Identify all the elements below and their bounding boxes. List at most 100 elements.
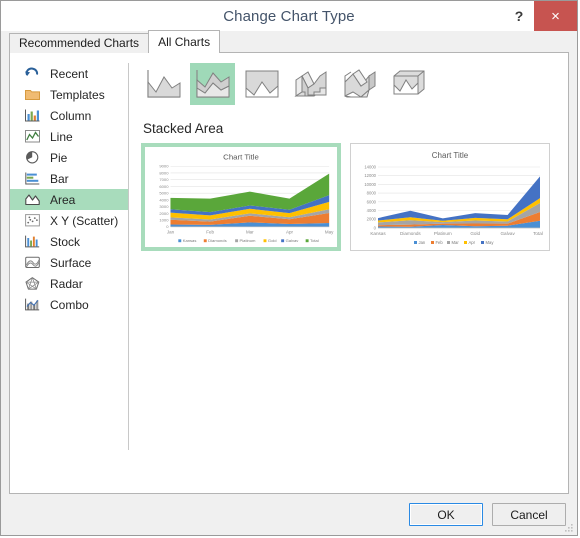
- svg-text:Jan: Jan: [167, 230, 175, 235]
- sidebar-item-label: Radar: [50, 276, 83, 291]
- subtype-3d-area[interactable]: [288, 63, 333, 105]
- sidebar-item-label: Bar: [50, 171, 69, 186]
- dialog-title: Change Chart Type: [223, 7, 355, 25]
- content-panel: Recent Templates Column Line Pie Bar Are…: [9, 52, 569, 494]
- sidebar-item-label: Area: [50, 192, 76, 207]
- chart-subtype-pane: Stacked Area Chart Title 9000 8000 7000 …: [129, 53, 568, 493]
- preview-chart-2-title: Chart Title: [432, 151, 469, 160]
- preview-chart-2-canvas: Chart Title 14000 12000 10000 8000 6000 …: [352, 145, 548, 249]
- svg-text:Platinum: Platinum: [434, 231, 452, 236]
- sidebar-item-surface[interactable]: Surface: [10, 252, 128, 273]
- svg-text:Diamonds: Diamonds: [400, 231, 421, 236]
- preview-chart-by-category[interactable]: Chart Title 14000 12000 10000 8000 6000 …: [350, 143, 550, 251]
- stacked-area-chart-icon: [195, 69, 229, 98]
- preview-gallery: Chart Title 9000 8000 7000 6000 5000 400…: [141, 143, 568, 251]
- svg-text:3000: 3000: [159, 204, 169, 209]
- svg-text:Gold: Gold: [470, 231, 480, 236]
- sidebar-item-combo[interactable]: Combo: [10, 294, 128, 315]
- sidebar-item-templates[interactable]: Templates: [10, 84, 128, 105]
- chart-type-sidebar: Recent Templates Column Line Pie Bar Are…: [10, 53, 128, 493]
- svg-text:May: May: [325, 230, 334, 235]
- tab-recommended-charts[interactable]: Recommended Charts: [9, 33, 150, 53]
- pie-icon: [26, 151, 39, 164]
- hundred-percent-stacked-area-chart-icon: [245, 70, 278, 97]
- svg-text:Mar: Mar: [246, 230, 254, 235]
- svg-text:12000: 12000: [364, 173, 376, 178]
- three-d-area-chart-icon: [293, 70, 326, 97]
- sidebar-item-xy-scatter[interactable]: X Y (Scatter): [10, 210, 128, 231]
- subtype-100-percent-stacked-area[interactable]: [239, 63, 284, 105]
- sidebar-item-label: Combo: [50, 297, 89, 312]
- sidebar-item-stock[interactable]: Stock: [10, 231, 128, 252]
- ok-button[interactable]: OK: [409, 503, 483, 526]
- sidebar-item-pie[interactable]: Pie: [10, 147, 128, 168]
- svg-text:Apr: Apr: [469, 240, 476, 245]
- three-d-stacked-area-chart-icon: [344, 68, 375, 98]
- svg-text:4000: 4000: [367, 208, 377, 213]
- help-icon[interactable]: ?: [504, 1, 534, 31]
- svg-text:Kansas: Kansas: [183, 238, 197, 243]
- svg-text:Galvav: Galvav: [500, 231, 515, 236]
- preview-chart-1-canvas: Chart Title 9000 8000 7000 6000 5000 400…: [145, 147, 337, 247]
- subtype-3d-stacked-area[interactable]: [337, 63, 382, 105]
- svg-text:14000: 14000: [364, 165, 376, 170]
- sidebar-item-line[interactable]: Line: [10, 126, 128, 147]
- area-chart-icon: [146, 69, 180, 98]
- tab-all-charts[interactable]: All Charts: [148, 30, 221, 53]
- svg-text:8000: 8000: [159, 170, 169, 175]
- svg-text:6000: 6000: [367, 199, 377, 204]
- change-chart-type-dialog: Change Chart Type ? × Recommended Charts…: [0, 0, 578, 536]
- subtype-3d-100-percent-stacked-area[interactable]: [386, 63, 431, 105]
- dialog-footer: OK Cancel: [1, 494, 577, 535]
- svg-text:10000: 10000: [364, 182, 376, 187]
- three-d-hundred-percent-stacked-area-chart-icon: [393, 70, 424, 94]
- recent-icon: [25, 67, 39, 76]
- sidebar-item-label: Stock: [50, 234, 81, 249]
- svg-text:2000: 2000: [367, 217, 377, 222]
- tab-strip: Recommended Charts All Charts: [9, 30, 569, 53]
- title-bar: Change Chart Type ? ×: [1, 1, 577, 31]
- sidebar-item-column[interactable]: Column: [10, 105, 128, 126]
- svg-text:Mar: Mar: [452, 240, 460, 245]
- window-controls: ? ×: [504, 1, 577, 31]
- svg-text:Total: Total: [533, 231, 543, 236]
- svg-text:2000: 2000: [159, 211, 169, 216]
- svg-text:Kansas: Kansas: [370, 231, 386, 236]
- svg-text:Gold: Gold: [268, 238, 277, 243]
- resize-grip-icon[interactable]: [563, 522, 574, 533]
- sidebar-item-area[interactable]: Area: [10, 189, 128, 210]
- column-icon: [25, 109, 40, 122]
- svg-text:6000: 6000: [159, 184, 169, 189]
- sidebar-item-label: Surface: [50, 255, 92, 270]
- surface-icon: [25, 256, 40, 269]
- preview-chart-by-month[interactable]: Chart Title 9000 8000 7000 6000 5000 400…: [141, 143, 341, 251]
- bar-icon: [25, 172, 40, 185]
- stock-icon: [25, 235, 40, 248]
- sidebar-item-recent[interactable]: Recent: [10, 63, 128, 84]
- close-icon[interactable]: ×: [534, 1, 577, 31]
- folder-icon: [25, 90, 40, 100]
- sidebar-item-radar[interactable]: Radar: [10, 273, 128, 294]
- sidebar-item-label: Recent: [50, 66, 89, 81]
- sidebar-item-label: Column: [50, 108, 92, 123]
- scatter-icon: [25, 214, 40, 227]
- preview-chart-1-title: Chart Title: [223, 153, 259, 162]
- svg-text:7000: 7000: [159, 177, 169, 182]
- radar-icon: [25, 276, 40, 290]
- svg-text:Platinum: Platinum: [240, 238, 257, 243]
- cancel-button[interactable]: Cancel: [492, 503, 566, 526]
- sidebar-item-label: Pie: [50, 150, 68, 165]
- svg-text:Apr: Apr: [286, 230, 294, 235]
- svg-text:8000: 8000: [367, 191, 377, 196]
- sidebar-item-bar[interactable]: Bar: [10, 168, 128, 189]
- svg-text:May: May: [486, 240, 495, 245]
- subtype-stacked-area[interactable]: [190, 63, 235, 105]
- line-icon: [25, 130, 40, 143]
- subtype-gallery: [141, 63, 568, 105]
- svg-text:Feb: Feb: [436, 240, 444, 245]
- svg-text:Feb: Feb: [206, 230, 214, 235]
- svg-text:5000: 5000: [159, 191, 169, 196]
- subtype-area[interactable]: [141, 63, 186, 105]
- sidebar-item-label: Line: [50, 129, 73, 144]
- svg-text:Total: Total: [310, 238, 319, 243]
